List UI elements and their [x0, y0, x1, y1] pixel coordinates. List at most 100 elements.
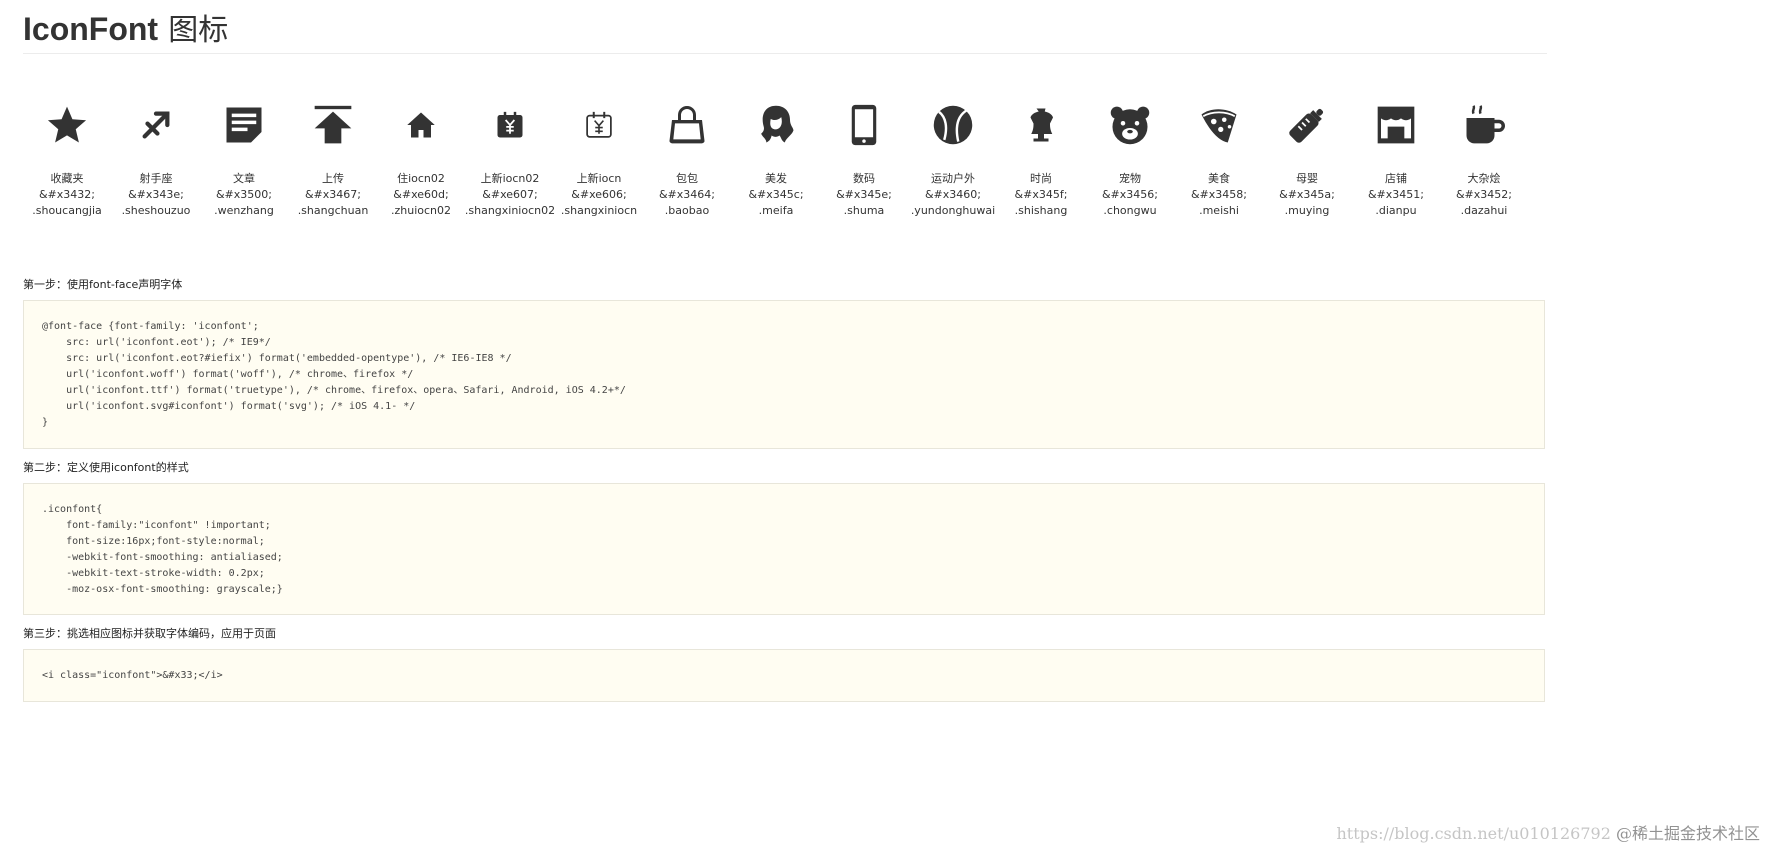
icon-cell[interactable]: 射手座 &#x343e; .sheshouzuo: [106, 100, 206, 219]
icon-name: 数码: [853, 172, 875, 185]
icon-name: 时尚: [1030, 172, 1052, 185]
sagittarius-icon: [106, 100, 206, 150]
icon-name: 母婴: [1296, 172, 1318, 185]
yen-calendar-outline-icon: [549, 100, 649, 150]
icon-cell[interactable]: 宠物 &#x3456; .chongwu: [1080, 100, 1180, 219]
icon-name: 收藏夹: [50, 172, 84, 185]
hair-icon: [726, 100, 826, 150]
icon-code: &#x345a;: [1279, 188, 1335, 201]
icon-cell[interactable]: 上新iocn02 &#xe607; .shangxiniocn02: [460, 100, 560, 219]
icon-name: 店铺: [1385, 172, 1407, 185]
icon-cell[interactable]: 收藏夹 &#x3432; .shoucangjia: [17, 100, 117, 219]
icon-name: 大杂烩: [1467, 172, 1501, 185]
icon-code: &#x3452;: [1455, 188, 1512, 201]
icon-class: .dazahui: [1460, 204, 1508, 217]
header: IconFont 图标: [23, 0, 1547, 54]
icon-code: &#x345c;: [748, 188, 804, 201]
watermark-url[interactable]: https://blog.csdn.net/u010126792: [1336, 824, 1610, 843]
step-1-label: 第一步：使用font-face声明字体: [23, 278, 183, 291]
step-1-code: @font-face {font-family: 'iconfont'; src…: [42, 321, 626, 428]
step-2-label: 第二步：定义使用iconfont的样式: [23, 461, 189, 474]
icon-cell[interactable]: 上传 &#x3467; .shangchuan: [283, 100, 383, 219]
icon-class: .wenzhang: [214, 204, 274, 217]
step-2-code-box: .iconfont{ font-family:"iconfont" !impor…: [23, 483, 1545, 615]
phone-icon: [814, 100, 914, 150]
icon-name: 住iocn02: [397, 172, 445, 185]
icon-class: .baobao: [664, 204, 710, 217]
icon-code: &#x3460;: [924, 188, 981, 201]
bottle-icon: [1257, 100, 1357, 150]
icon-code: &#x3467;: [304, 188, 361, 201]
icon-name: 美食: [1208, 172, 1230, 185]
icon-class: .zhuiocn02: [390, 204, 452, 217]
icon-class: .shangxiniocn02: [464, 204, 556, 217]
icon-class: .chongwu: [1103, 204, 1157, 217]
handbag-icon: [637, 100, 737, 150]
icon-code: &#x3458;: [1190, 188, 1247, 201]
icon-code: &#x3464;: [658, 188, 715, 201]
mannequin-icon: [991, 100, 1091, 150]
icon-cell[interactable]: 数码 &#x345e; .shuma: [814, 100, 914, 219]
icon-cell[interactable]: 时尚 &#x345f; .shishang: [991, 100, 1091, 219]
icon-name: 宠物: [1119, 172, 1141, 185]
watermark-tag: @稀土掘金技术社区: [1615, 824, 1760, 843]
icon-class: .shoucangjia: [32, 204, 102, 217]
icon-code: &#x3432;: [38, 188, 95, 201]
icon-class: .meifa: [758, 204, 794, 217]
icon-code: &#xe60d;: [393, 188, 449, 201]
icon-cell[interactable]: 美食 &#x3458; .meishi: [1169, 100, 1269, 219]
icon-code: &#x345f;: [1014, 188, 1068, 201]
icon-name: 包包: [676, 172, 698, 185]
icon-class: .shangchuan: [297, 204, 369, 217]
icon-grid: 收藏夹 &#x3432; .shoucangjia 射手座 &#x343e; .…: [23, 100, 1573, 230]
icon-cell[interactable]: 美发 &#x345c; .meifa: [726, 100, 826, 219]
store-icon: [1346, 100, 1446, 150]
icon-code: &#xe606;: [571, 188, 627, 201]
step-1-code-box: @font-face {font-family: 'iconfont'; src…: [23, 300, 1545, 449]
icon-class: .shishang: [1014, 204, 1068, 217]
icon-code: &#x3500;: [215, 188, 272, 201]
icon-code: &#x3451;: [1367, 188, 1424, 201]
icon-name: 上传: [322, 172, 344, 185]
icon-code: &#x3456;: [1101, 188, 1158, 201]
article-icon: [194, 100, 294, 150]
icon-class: .shuma: [843, 204, 885, 217]
step-3-code-box: <i class="iconfont">&#x33;</i>: [23, 649, 1545, 702]
step-3-code: <i class="iconfont">&#x33;</i>: [42, 670, 223, 681]
icon-class: .yundonghuwai: [910, 204, 996, 217]
icon-cell[interactable]: 文章 &#x3500; .wenzhang: [194, 100, 294, 219]
icon-name: 上新iocn02: [480, 172, 540, 185]
icon-cell[interactable]: 上新iocn &#xe606; .shangxiniocn: [549, 100, 649, 219]
yen-calendar-icon: [460, 100, 560, 150]
icon-class: .sheshouzuo: [121, 204, 191, 217]
pizza-icon: [1169, 100, 1269, 150]
upload-icon: [283, 100, 383, 150]
icon-code: &#x343e;: [128, 188, 184, 201]
page-title-zh: 图标: [168, 13, 229, 48]
icon-code: &#x345e;: [836, 188, 892, 201]
page: IconFont 图标 收藏夹 &#x3432; .shoucangjia 射手…: [23, 0, 1547, 702]
step-3-label: 第三步：挑选相应图标并获取字体编码，应用于页面: [23, 627, 276, 640]
icon-cell[interactable]: 店铺 &#x3451; .dianpu: [1346, 100, 1446, 219]
star-icon: [17, 100, 117, 150]
icon-cell[interactable]: 母婴 &#x345a; .muying: [1257, 100, 1357, 219]
icon-cell[interactable]: 包包 &#x3464; .baobao: [637, 100, 737, 219]
icon-name: 运动户外: [931, 172, 975, 185]
page-title-en: IconFont: [23, 11, 159, 47]
icon-cell[interactable]: 大杂烩 &#x3452; .dazahui: [1434, 100, 1534, 219]
step-2-code: .iconfont{ font-family:"iconfont" !impor…: [42, 504, 283, 595]
icon-class: .dianpu: [1375, 204, 1417, 217]
icon-name: 美发: [765, 172, 787, 185]
icon-name: 上新iocn: [576, 172, 622, 185]
icon-class: .muying: [1284, 204, 1330, 217]
page-title: IconFont 图标: [23, 8, 1547, 52]
watermark: https://blog.csdn.net/u010126792 @稀土掘金技术…: [1336, 820, 1760, 844]
icon-cell[interactable]: 运动户外 &#x3460; .yundonghuwai: [903, 100, 1003, 219]
icon-code: &#xe607;: [482, 188, 538, 201]
home-icon: [371, 100, 471, 150]
icon-class: .shangxiniocn: [560, 204, 638, 217]
ball-icon: [903, 100, 1003, 150]
cup-icon: [1434, 100, 1534, 150]
icon-class: .meishi: [1199, 204, 1239, 217]
icon-cell[interactable]: 住iocn02 &#xe60d; .zhuiocn02: [371, 100, 471, 219]
